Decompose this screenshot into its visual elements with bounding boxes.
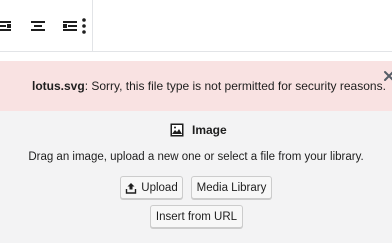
more-options-button[interactable] — [74, 14, 94, 38]
upload-button-label: Upload — [141, 181, 178, 194]
image-icon — [170, 123, 184, 137]
notice-dismiss-button[interactable] — [382, 69, 392, 83]
error-notice: lotus.svg: Sorry, this file type is not … — [0, 61, 392, 111]
media-library-button[interactable]: Media Library — [191, 176, 272, 199]
upload-button[interactable]: Upload — [120, 176, 183, 199]
image-block-placeholder: Image Drag an image, upload a new one or… — [0, 111, 392, 243]
align-left-icon — [0, 20, 11, 31]
align-left-button[interactable] — [0, 14, 14, 38]
placeholder-title-label: Image — [192, 123, 227, 137]
placeholder-title: Image — [170, 122, 227, 138]
notice-message-text: : Sorry, this file type is not permitted… — [84, 79, 386, 93]
upload-icon — [126, 182, 137, 194]
placeholder-instructions: Drag an image, upload a new one or selec… — [28, 151, 364, 163]
notice-message: lotus.svg: Sorry, this file type is not … — [32, 78, 386, 94]
align-center-button[interactable] — [26, 14, 50, 38]
close-icon — [384, 71, 392, 81]
notice-filename: lotus.svg — [32, 79, 85, 93]
align-center-icon — [31, 20, 45, 31]
block-toolbar — [0, 0, 392, 52]
insert-from-url-button[interactable]: Insert from URL — [150, 205, 243, 228]
bottom-edge — [0, 243, 392, 250]
more-vertical-icon — [82, 18, 86, 34]
